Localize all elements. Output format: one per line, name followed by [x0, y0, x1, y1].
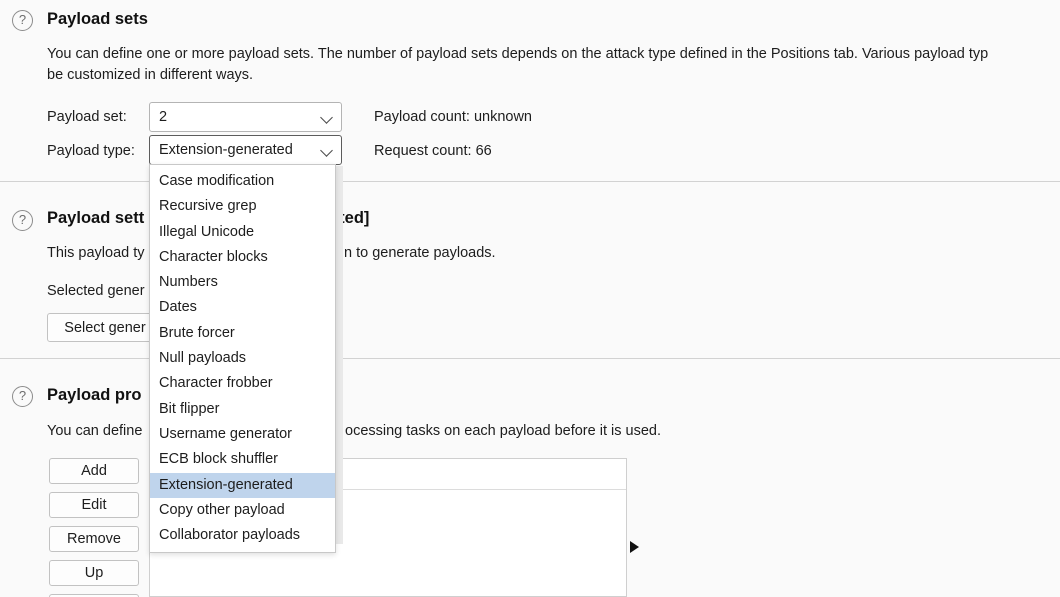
add-button[interactable]: Add	[49, 458, 139, 484]
payload-type-value: Extension-generated	[159, 142, 293, 158]
payload-type-dropdown-list[interactable]: Case modification Recursive grep Illegal U…	[149, 164, 336, 554]
help-icon-payload-sets[interactable]: ?	[12, 10, 33, 31]
section-title-payload-processing: Payload pro	[47, 386, 142, 404]
payload-settings-description-right: n to generate payloads.	[344, 245, 496, 261]
burp-intruder-payloads-panel: ? Payload sets You can define one or mor…	[0, 0, 1060, 597]
dropdown-item[interactable]: Case modification	[150, 169, 335, 194]
payload-type-combobox[interactable]: Extension-generated	[149, 135, 342, 165]
request-count-status: Request count: 66	[374, 143, 492, 159]
dropdown-item[interactable]: Illegal Unicode	[150, 220, 335, 245]
help-icon-payload-settings[interactable]: ?	[12, 210, 33, 231]
dropdown-item[interactable]: Username generator	[150, 422, 335, 447]
dropdown-item[interactable]: Null payloads	[150, 346, 335, 371]
payload-set-label: Payload set:	[47, 109, 127, 125]
edit-button[interactable]: Edit	[49, 492, 139, 518]
dropdown-item[interactable]: Extension-generated	[150, 472, 335, 498]
page-title-payload-sets: Payload sets	[47, 10, 148, 28]
chevron-down-icon	[321, 143, 335, 157]
dropdown-item[interactable]: ECB block shuffler	[150, 447, 335, 472]
selected-generator-label: Selected gener	[47, 283, 145, 299]
dropdown-item[interactable]: Collaborator payloads	[150, 523, 335, 548]
dropdown-item[interactable]: Brute forcer	[150, 321, 335, 346]
help-icon-payload-processing[interactable]: ?	[12, 386, 33, 407]
payload-count-status: Payload count: unknown	[374, 109, 532, 125]
section-title-payload-settings-left: Payload sett	[47, 209, 145, 227]
payload-settings-description-left: This payload ty	[47, 245, 145, 261]
select-generator-button[interactable]: Select gener	[47, 313, 163, 342]
dropdown-item[interactable]: Recursive grep	[150, 194, 335, 219]
expand-right-triangle-icon[interactable]	[630, 541, 639, 553]
payload-sets-description-line1: You can define one or more payload sets.…	[47, 46, 989, 62]
payload-sets-description-line2: be customized in different ways.	[47, 67, 254, 83]
dropdown-item[interactable]: Bit flipper	[150, 397, 335, 422]
payload-type-label: Payload type:	[47, 143, 135, 159]
up-button[interactable]: Up	[49, 560, 139, 586]
remove-button[interactable]: Remove	[49, 526, 139, 552]
dropdown-item[interactable]: Character blocks	[150, 245, 335, 270]
dropdown-item[interactable]: Numbers	[150, 270, 335, 295]
payload-processing-description-right: ocessing tasks on each payload before it…	[345, 423, 661, 439]
payload-set-combobox[interactable]: 2	[149, 102, 342, 132]
payload-processing-description-left: You can define	[47, 423, 143, 439]
chevron-down-icon	[321, 110, 335, 124]
payload-set-value: 2	[159, 109, 168, 125]
dropdown-item[interactable]: Copy other payload	[150, 498, 335, 523]
dropdown-item[interactable]: Character frobber	[150, 371, 335, 396]
dropdown-item[interactable]: Dates	[150, 295, 335, 320]
dropdown-shadow-strip	[335, 166, 343, 544]
